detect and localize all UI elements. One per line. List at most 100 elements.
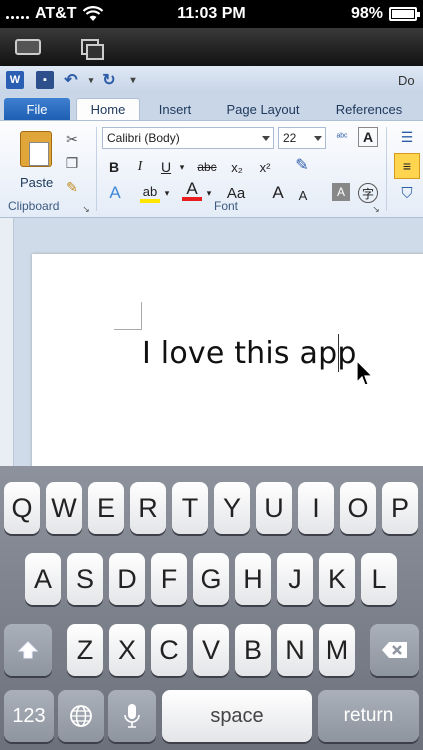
highlight-dropdown-icon[interactable]: ▾ xyxy=(162,183,172,203)
key-m[interactable]: M xyxy=(319,624,355,676)
key-h[interactable]: H xyxy=(235,553,271,605)
font-color-dropdown-icon[interactable]: ▾ xyxy=(204,183,214,203)
clipboard-group-label: Clipboard xyxy=(8,199,60,213)
font-launcher-icon[interactable]: ↘ xyxy=(368,201,384,217)
character-shading-icon[interactable]: A xyxy=(332,183,350,201)
bold-button[interactable]: B xyxy=(104,157,124,177)
key-f[interactable]: F xyxy=(151,553,187,605)
clear-formatting-icon[interactable]: ᵃᵇᶜ xyxy=(330,127,354,147)
ribbon-home: Paste ✂ ❐ ✎ Clipboard ↘ Calibri (Body) 2… xyxy=(0,120,423,218)
key-k[interactable]: K xyxy=(319,553,355,605)
tab-insert[interactable]: Insert xyxy=(150,98,200,120)
key-r[interactable]: R xyxy=(130,482,166,534)
subscript-button[interactable]: x₂ xyxy=(226,157,248,177)
key-d[interactable]: D xyxy=(109,553,145,605)
shrink-font-button[interactable]: A xyxy=(294,185,312,205)
key-p[interactable]: P xyxy=(382,482,418,534)
font-group-label: Font xyxy=(214,199,239,213)
key-u[interactable]: U xyxy=(256,482,292,534)
key-j[interactable]: J xyxy=(277,553,313,605)
keyboard-toggle-button[interactable] xyxy=(12,34,44,60)
vertical-ruler xyxy=(0,218,14,466)
paste-button-label[interactable]: Paste xyxy=(20,175,53,190)
key-i[interactable]: I xyxy=(298,482,334,534)
status-bar: AT&T 11:03 PM 98% xyxy=(0,0,423,28)
globe-key[interactable] xyxy=(58,690,104,742)
font-size-value: 22 xyxy=(283,131,297,145)
globe-icon xyxy=(70,705,92,727)
key-e[interactable]: E xyxy=(88,482,124,534)
document-text[interactable]: I love this app xyxy=(142,336,357,371)
key-s[interactable]: S xyxy=(67,553,103,605)
key-q[interactable]: Q xyxy=(4,482,40,534)
onscreen-keyboard: QWERTYUIOP ASDFGHJKL ZXCVBNM 123 space r… xyxy=(0,466,423,750)
tab-home[interactable]: Home xyxy=(76,98,140,120)
key-a[interactable]: A xyxy=(25,553,61,605)
key-c[interactable]: C xyxy=(151,624,187,676)
key-w[interactable]: W xyxy=(46,482,82,534)
grow-font-button[interactable]: A xyxy=(268,183,288,203)
key-t[interactable]: T xyxy=(172,482,208,534)
tab-file[interactable]: File xyxy=(4,98,70,120)
return-key[interactable]: return xyxy=(318,690,419,742)
backspace-icon xyxy=(381,642,407,658)
format-painter-icon[interactable]: ✎ xyxy=(64,179,80,195)
highlight-icon[interactable]: ab xyxy=(140,183,160,203)
text-effects-button[interactable]: A xyxy=(104,183,126,203)
cut-icon[interactable]: ✂ xyxy=(64,131,80,147)
document-area: I love this app xyxy=(0,218,423,466)
tab-page-layout[interactable]: Page Layout xyxy=(218,98,308,120)
font-name-value: Calibri (Body) xyxy=(107,131,180,145)
undo-dropdown-icon[interactable]: ▾ xyxy=(82,71,100,89)
chevron-down-icon xyxy=(262,136,270,141)
text-effects-icon[interactable]: ✎ xyxy=(290,155,314,175)
battery-icon xyxy=(389,7,420,21)
ribbon-tabs: File Home Insert Page Layout References xyxy=(0,94,423,120)
tab-references[interactable]: References xyxy=(324,98,414,120)
keyboard-icon xyxy=(15,39,41,55)
copy-icon[interactable]: ❐ xyxy=(64,155,80,171)
key-b[interactable]: B xyxy=(235,624,271,676)
battery-percent: 98% xyxy=(350,5,383,22)
change-case-icon[interactable]: A xyxy=(358,127,378,147)
key-z[interactable]: Z xyxy=(67,624,103,676)
undo-icon[interactable]: ↶ xyxy=(62,71,80,89)
save-icon[interactable]: ▪ xyxy=(36,71,54,89)
key-v[interactable]: V xyxy=(193,624,229,676)
group-divider xyxy=(386,127,387,211)
key-o[interactable]: O xyxy=(340,482,376,534)
delete-key[interactable] xyxy=(370,624,419,676)
space-key[interactable]: space xyxy=(162,690,312,742)
margin-marker xyxy=(114,302,142,330)
strikethrough-button[interactable]: abc xyxy=(194,157,220,177)
key-l[interactable]: L xyxy=(361,553,397,605)
key-n[interactable]: N xyxy=(277,624,313,676)
windows-icon xyxy=(81,39,104,60)
font-size-select[interactable]: 22 xyxy=(278,127,326,149)
key-y[interactable]: Y xyxy=(214,482,250,534)
group-divider xyxy=(96,127,97,211)
paste-icon[interactable] xyxy=(20,131,52,167)
align-left-icon[interactable]: ≡ xyxy=(394,153,420,179)
numbers-key[interactable]: 123 xyxy=(4,690,54,742)
underline-button[interactable]: U xyxy=(156,157,176,177)
dictation-key[interactable] xyxy=(108,690,156,742)
clipboard-launcher-icon[interactable]: ↘ xyxy=(78,201,94,217)
word-window: W ▪ ↶ ▾ ↻ ▾ Do File Home Insert Page Lay… xyxy=(0,66,423,466)
underline-dropdown-icon[interactable]: ▾ xyxy=(176,157,188,177)
font-color-button[interactable]: A xyxy=(182,179,202,201)
microphone-icon xyxy=(124,704,140,728)
windows-button[interactable] xyxy=(74,34,106,60)
italic-button[interactable]: I xyxy=(130,157,150,177)
word-logo-icon: W xyxy=(6,71,24,89)
enclose-characters-icon[interactable]: 字 xyxy=(358,183,378,203)
customize-toolbar-icon[interactable]: ▾ xyxy=(124,71,142,89)
redo-icon[interactable]: ↻ xyxy=(100,71,118,89)
shading-icon[interactable]: ⛉ xyxy=(396,183,418,203)
key-x[interactable]: X xyxy=(109,624,145,676)
bullets-icon[interactable]: ☰ xyxy=(396,127,418,147)
superscript-button[interactable]: x² xyxy=(254,157,276,177)
font-name-select[interactable]: Calibri (Body) xyxy=(102,127,274,149)
shift-key[interactable] xyxy=(4,624,52,676)
key-g[interactable]: G xyxy=(193,553,229,605)
